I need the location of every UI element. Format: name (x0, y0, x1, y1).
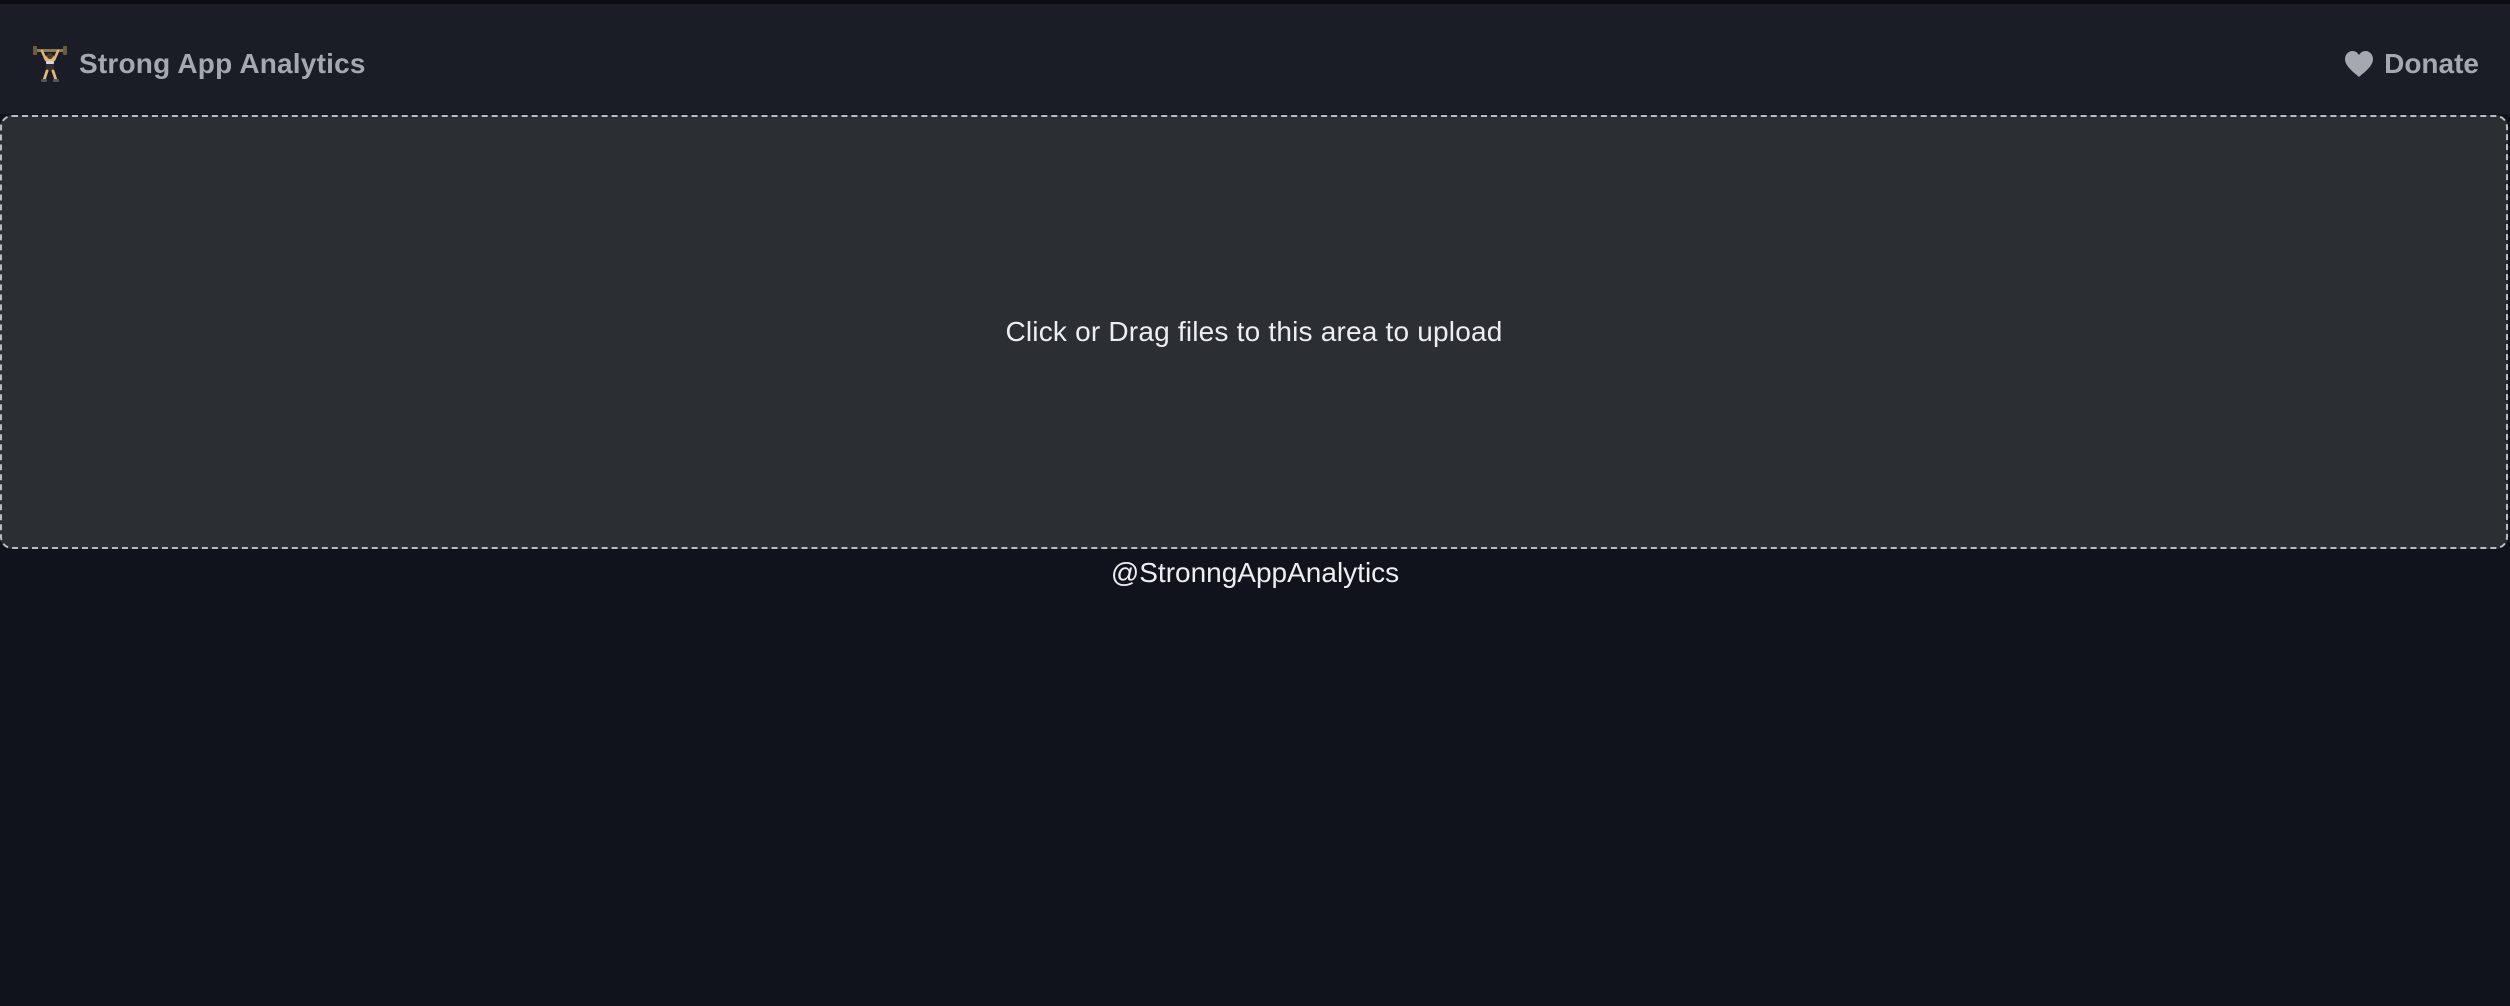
heart-icon (2345, 51, 2374, 77)
weightlifter-icon (33, 46, 67, 82)
file-upload-dropzone[interactable]: Click or Drag files to this area to uplo… (0, 115, 2508, 549)
upload-prompt: Click or Drag files to this area to uplo… (1005, 316, 1503, 347)
brand-link[interactable]: Strong App Analytics (33, 42, 366, 86)
footer: @StronngAppAnalytics (0, 551, 2510, 595)
navbar: Strong App Analytics Donate (0, 4, 2510, 114)
brand-title: Strong App Analytics (79, 48, 366, 79)
footer-handle: @StronngAppAnalytics (1110, 557, 1400, 588)
donate-link[interactable]: Donate (2344, 42, 2479, 86)
donate-label: Donate (2384, 48, 2479, 79)
